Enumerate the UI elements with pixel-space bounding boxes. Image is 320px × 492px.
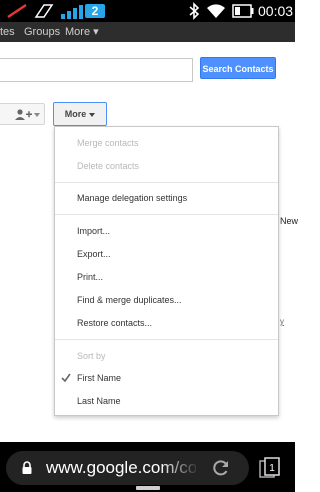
menu-divider — [55, 214, 278, 215]
home-handle[interactable] — [136, 486, 160, 490]
more-button-label: More — [64, 109, 87, 119]
add-contact-button[interactable] — [0, 103, 45, 125]
menu-item-restore-contacts[interactable]: Restore contacts... — [77, 318, 152, 328]
topbar-item-contacts[interactable]: tes — [0, 22, 15, 42]
menu-item-manage-delegation[interactable]: Manage delegation settings — [77, 193, 187, 203]
menu-divider — [55, 182, 278, 183]
topbar-item-more[interactable]: More ▾ — [65, 22, 99, 42]
wifi-icon — [207, 4, 225, 18]
background-text-fragment: New — [280, 216, 299, 226]
menu-item-merge-contacts: Merge contacts — [77, 138, 139, 148]
topbar-item-groups[interactable]: Groups — [24, 22, 60, 42]
clock: 00:03 — [258, 3, 294, 19]
menu-item-print[interactable]: Print... — [77, 272, 103, 282]
chevron-down-icon — [89, 112, 96, 117]
lock-icon — [22, 461, 32, 474]
menu-sort-by-header: Sort by — [77, 351, 106, 361]
menu-divider — [55, 339, 278, 340]
url-fade — [160, 452, 200, 484]
more-actions-button[interactable]: More — [53, 102, 107, 126]
bluetooth-icon — [189, 2, 200, 20]
status-bar: 2 00:03 — [0, 0, 295, 22]
menu-item-delete-contacts: Delete contacts — [77, 161, 140, 171]
search-contacts-button[interactable]: Search Contacts — [200, 57, 276, 79]
battery-icon — [232, 4, 254, 18]
more-actions-menu: Merge contacts Delete contacts Manage de… — [54, 126, 279, 416]
network-type-badge: 2 — [85, 4, 105, 18]
chevron-down-icon — [34, 113, 40, 117]
signal-bars-icon — [61, 5, 83, 19]
add-person-icon — [15, 109, 32, 120]
phone-outline-icon — [34, 4, 54, 18]
menu-item-sort-first-name[interactable]: First Name — [77, 373, 121, 383]
search-input[interactable] — [0, 58, 193, 82]
menu-item-find-merge-duplicates[interactable]: Find & merge duplicates... — [77, 295, 182, 305]
tab-switcher-icon[interactable]: 1 — [258, 456, 282, 480]
svg-text:1: 1 — [269, 463, 275, 474]
background-link-fragment[interactable]: y — [280, 317, 284, 326]
checkmark-icon — [61, 373, 71, 383]
menu-item-export[interactable]: Export... — [77, 249, 111, 259]
google-top-bar: tes Groups More ▾ — [0, 22, 295, 42]
reload-icon[interactable] — [211, 458, 231, 478]
menu-item-import[interactable]: Import... — [77, 226, 110, 236]
signal-off-icon — [7, 3, 27, 19]
menu-item-sort-last-name[interactable]: Last Name — [77, 396, 121, 406]
